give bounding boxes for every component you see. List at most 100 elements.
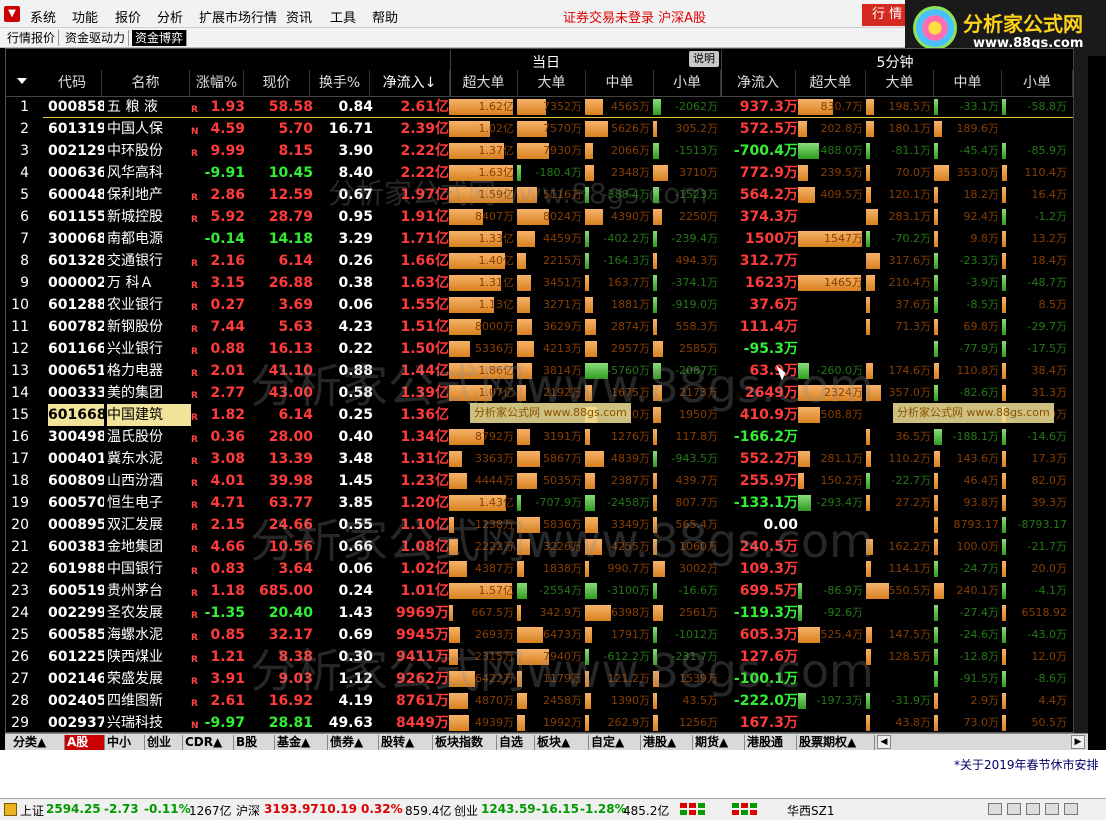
market-breadth-icon[interactable] (680, 803, 728, 817)
tab-quote[interactable]: 行情报价 (4, 30, 60, 46)
table-row[interactable]: 2 601319 中国人保 N 4.59 5.70 16.71 2.39亿 572.5万 1.02… (5, 118, 1073, 140)
table-row[interactable]: 14 000333 美的集团 R 2.77 43.00 0.58 1.39亿 2649万 1.07… (5, 382, 1073, 404)
tab-neeq[interactable]: 股转▲ (379, 735, 433, 750)
index-icon[interactable] (4, 803, 17, 816)
hs-amount: 859.4亿 (405, 804, 452, 818)
flow-value: 2173万 (679, 386, 718, 399)
tab-custom[interactable]: 自定▲ (589, 735, 641, 750)
col-price[interactable]: 现价 (244, 70, 310, 96)
tab-fund[interactable]: 基金▲ (275, 735, 328, 750)
vertical-scrollbar[interactable] (1073, 48, 1088, 733)
col-super-large[interactable]: 超大单 (450, 70, 518, 96)
col-5m-net-inflow[interactable]: 净流入 (721, 70, 796, 96)
menu-news[interactable]: 资讯 (286, 7, 312, 26)
tab-cdr[interactable]: CDR▲ (183, 735, 234, 750)
tab-chinext[interactable]: 创业 (145, 735, 183, 750)
table-row[interactable]: 10 601288 农业银行 R 0.27 3.69 0.06 1.55亿 37.6万 1.13亿… (5, 294, 1073, 316)
tab-bond[interactable]: 债券▲ (328, 735, 379, 750)
tab-watchlist[interactable]: 自选 (497, 735, 535, 750)
settings-icon[interactable] (1026, 803, 1040, 815)
menu-extended-market[interactable]: 扩展市场行情 (199, 7, 277, 26)
tab-a-share[interactable]: A股 (65, 735, 105, 750)
table-row[interactable]: 21 600383 金地集团 R 4.66 10.56 0.66 1.08亿 240.5万 222… (5, 536, 1073, 558)
net-inflow-5min: -133.1万 (733, 495, 798, 511)
tab-hk-connect[interactable]: 港股通 (745, 735, 797, 750)
tab-sector[interactable]: 板块▲ (535, 735, 589, 750)
table-row[interactable]: 27 002146 荣盛发展 R 3.91 9.03 1.12 9262万 -100.1万 642… (5, 668, 1073, 690)
notice-link[interactable]: *关于2019年春节休市安排 (954, 756, 1099, 773)
table-row[interactable]: 26 601225 陕西煤业 R 1.21 8.38 0.30 9411万 127.6万 2315… (5, 646, 1073, 668)
flow-value: -86.9万 (823, 584, 863, 597)
table-row[interactable]: 3 002129 中环股份 R 9.99 8.15 3.90 2.22亿 -700.4万 1.37… (5, 140, 1073, 162)
table-row[interactable]: 25 600585 海螺水泥 R 0.85 32.17 0.69 9945万 605.3万 269… (5, 624, 1073, 646)
tab-hk[interactable]: 港股▲ (641, 735, 693, 750)
menu-tools[interactable]: 工具 (330, 7, 356, 26)
turnover-rate: 0.24 (338, 583, 373, 599)
server-name[interactable]: 华西SZ1 (787, 802, 834, 819)
table-row[interactable]: 28 002405 四维图新 R 2.61 16.92 4.19 8761万 -222.0万 48… (5, 690, 1073, 712)
col-small[interactable]: 小单 (654, 70, 721, 96)
flow-bar-fill (934, 187, 938, 203)
scroll-left-icon[interactable]: ◀ (877, 735, 891, 749)
col-code[interactable]: 代码 (43, 70, 102, 96)
tab-options[interactable]: 股票期权▲ (797, 735, 875, 750)
col-net-inflow[interactable]: 净流入↓ (370, 70, 450, 96)
table-row[interactable]: 20 000895 双汇发展 R 2.15 24.66 0.55 1.10亿 0.00 1238万… (5, 514, 1073, 536)
table-row[interactable]: 17 000401 冀东水泥 R 3.08 13.39 3.48 1.31亿 552.2万 336… (5, 448, 1073, 470)
tab-sector-index[interactable]: 板块指数 (433, 735, 497, 750)
menu-quote[interactable]: 报价 (115, 7, 141, 26)
explain-button[interactable]: 说明 (689, 51, 719, 67)
col-5m-large[interactable]: 大单 (866, 70, 934, 96)
table-row[interactable]: 22 601988 中国银行 R 0.83 3.64 0.06 1.02亿 109.3万 4387… (5, 558, 1073, 580)
flow-value: 1.37亿 (478, 144, 515, 157)
tab-fund-drive[interactable]: 资金驱动力 (62, 30, 130, 46)
change-pct: 0.88 (210, 341, 245, 357)
message-icon[interactable] (1064, 803, 1078, 815)
table-row[interactable]: 29 002937 兴瑞科技 N -9.97 28.81 49.63 8449万 167.3万 4… (5, 712, 1073, 734)
tab-b-share[interactable]: B股 (234, 735, 275, 750)
flow-value: 6398万 (611, 606, 650, 619)
menu-function[interactable]: 功能 (72, 7, 98, 26)
menu-analysis[interactable]: 分析 (157, 7, 183, 26)
table-row[interactable]: 24 002299 圣农发展 R -1.35 20.40 1.43 9969万 -119.3万 6… (5, 602, 1073, 624)
table-row[interactable]: 11 600782 新钢股份 R 7.44 5.63 4.23 1.51亿 111.4万 8000… (5, 316, 1073, 338)
table-row[interactable]: 5 600048 保利地产 R 2.86 12.59 0.67 1.97亿 564.2万 1.59… (5, 184, 1073, 206)
quote-button[interactable]: 行 情 (862, 4, 910, 26)
stock-code: 601319 (48, 121, 104, 137)
scroll-right-icon[interactable]: ▶ (1071, 735, 1085, 749)
table-row[interactable]: 13 000651 格力电器 R 2.01 41.10 0.88 1.44亿 63.9万 1.86… (5, 360, 1073, 382)
market-breadth-icon[interactable] (732, 803, 780, 817)
table-row[interactable]: 9 000002 万 科Ａ R 3.15 26.88 0.38 1.63亿 1623万 1.31亿… (5, 272, 1073, 294)
col-large[interactable]: 大单 (518, 70, 586, 96)
col-change-pct[interactable]: 涨幅% (190, 70, 244, 96)
app-icon[interactable]: ▼ (4, 6, 20, 22)
tab-fund-game[interactable]: 资金博弈 (132, 30, 188, 46)
col-5m-super-large[interactable]: 超大单 (796, 70, 866, 96)
col-turnover[interactable]: 换手% (310, 70, 370, 96)
table-row[interactable]: 4 000636 风华高科 -9.91 10.45 8.40 2.22亿 772.9万 1.63… (5, 162, 1073, 184)
column-menu-icon[interactable] (17, 78, 27, 84)
col-name[interactable]: 名称 (102, 70, 190, 96)
lock-icon[interactable] (1045, 803, 1059, 815)
flow-value: 2561万 (679, 606, 718, 619)
table-row[interactable]: 16 300498 温氏股份 R 0.36 28.00 0.40 1.34亿 -166.2万 87… (5, 426, 1073, 448)
table-row[interactable]: 23 600519 贵州茅台 R 1.18 685.00 0.24 1.01亿 699.5万 1.… (5, 580, 1073, 602)
tab-sme[interactable]: 中小 (105, 735, 145, 750)
table-row[interactable]: 7 300068 南都电源 -0.14 14.18 3.29 1.71亿 1500万 1.33亿… (5, 228, 1073, 250)
tab-category[interactable]: 分类▲ (11, 735, 65, 750)
col-5m-medium[interactable]: 中单 (934, 70, 1002, 96)
table-row[interactable]: 8 601328 交通银行 R 2.16 6.14 0.26 1.66亿 312.7万 1.40亿… (5, 250, 1073, 272)
col-5m-small[interactable]: 小单 (1002, 70, 1073, 96)
table-row[interactable]: 1 000858 五 粮 液 R 1.93 58.58 0.84 2.61亿 937.3万 1.6… (5, 96, 1073, 118)
table-row[interactable]: 12 601166 兴业银行 R 0.88 16.13 0.22 1.50亿 -95.3万 533… (5, 338, 1073, 360)
table-row[interactable]: 19 600570 恒生电子 R 4.71 63.77 3.85 1.20亿 -133.1万 1.… (5, 492, 1073, 514)
col-medium[interactable]: 中单 (586, 70, 654, 96)
table-row[interactable]: 6 601155 新城控股 R 5.92 28.79 0.95 1.91亿 374.3万 8407… (5, 206, 1073, 228)
layout-icon[interactable] (1007, 803, 1021, 815)
table-row[interactable]: 18 600809 山西汾酒 R 4.01 39.98 1.45 1.23亿 255.9万 444… (5, 470, 1073, 492)
stock-code: 002146 (48, 671, 104, 687)
menu-system[interactable]: 系统 (30, 7, 56, 26)
window-icon[interactable] (988, 803, 1002, 815)
tab-futures[interactable]: 期货▲ (693, 735, 745, 750)
menu-help[interactable]: 帮助 (372, 7, 398, 26)
